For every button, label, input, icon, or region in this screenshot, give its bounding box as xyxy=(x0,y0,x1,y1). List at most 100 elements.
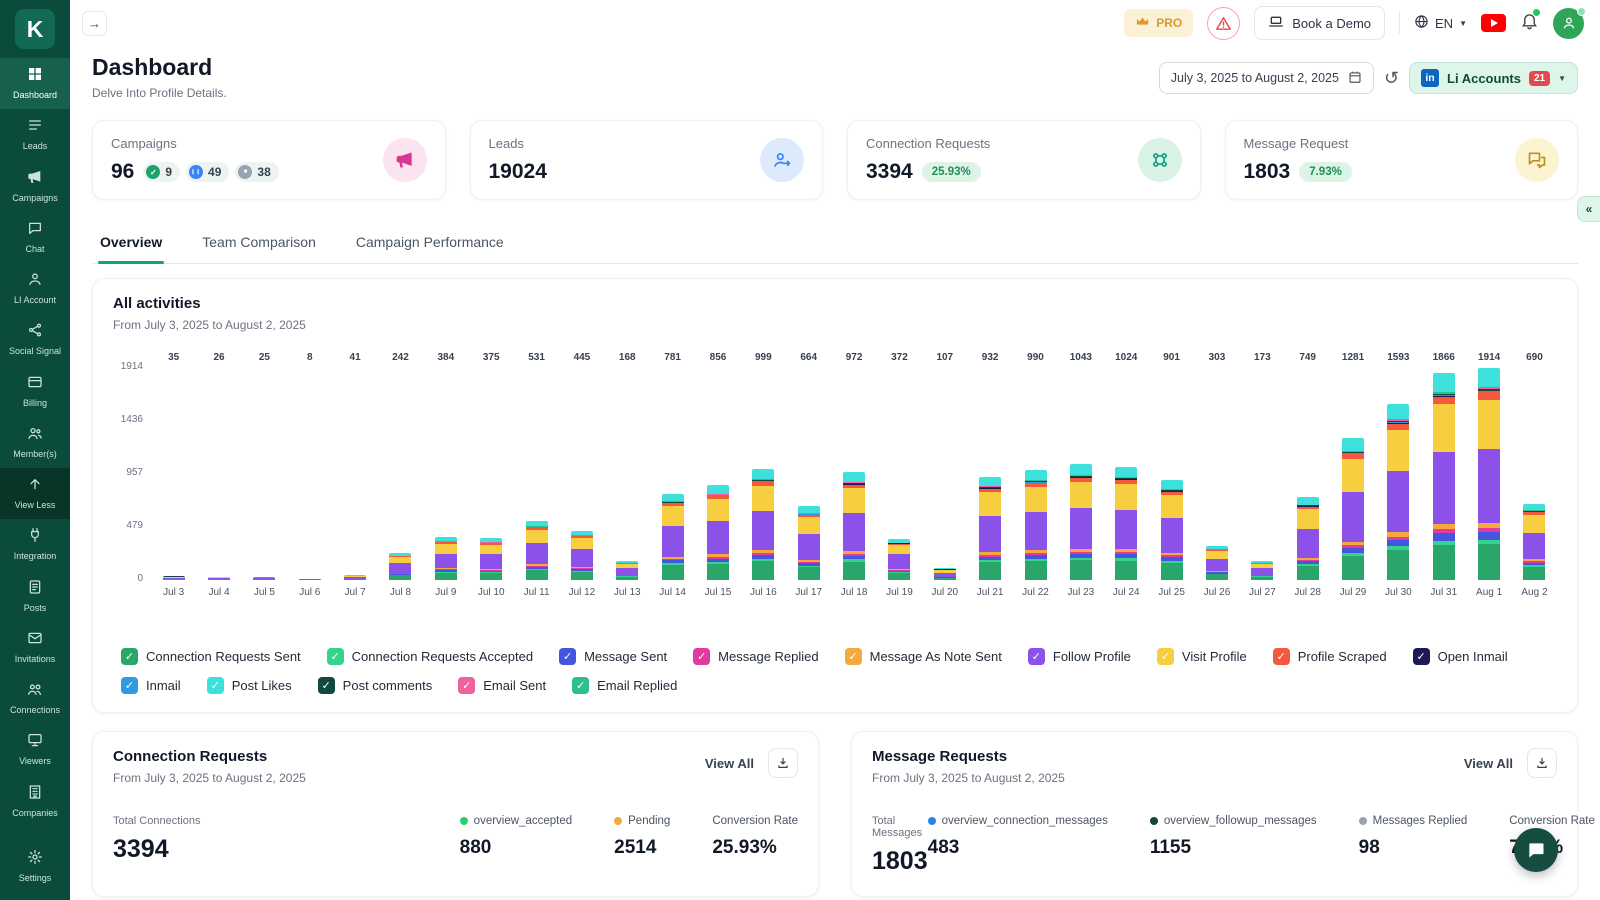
sidebar-item-chat[interactable]: Chat xyxy=(0,212,70,263)
chart-bar-column[interactable]: 990Jul 22 xyxy=(1013,352,1058,598)
legend-checkbox-icon[interactable]: ✓ xyxy=(693,648,710,665)
chart-bar-column[interactable]: 856Jul 15 xyxy=(695,352,740,598)
collapse-panel-tab[interactable]: « xyxy=(1577,196,1600,222)
chart-bar-column[interactable]: 749Jul 28 xyxy=(1285,352,1330,598)
book-demo-button[interactable]: Book a Demo xyxy=(1254,6,1385,40)
chart-bar-column[interactable]: 173Jul 27 xyxy=(1240,352,1285,598)
legend-checkbox-icon[interactable]: ✓ xyxy=(1273,648,1290,665)
sidebar-item-dashboard[interactable]: Dashboard xyxy=(0,58,70,109)
chart-bar-column[interactable]: 1043Jul 23 xyxy=(1058,352,1103,598)
chart-bar-column[interactable]: 35Jul 3 xyxy=(151,352,196,598)
chart-bar-column[interactable]: 41Jul 7 xyxy=(332,352,377,598)
chart-bar-column[interactable]: 781Jul 14 xyxy=(650,352,695,598)
stat-card-leads[interactable]: Leads 19024 xyxy=(470,120,824,200)
legend-checkbox-icon[interactable]: ✓ xyxy=(121,677,138,694)
legend-checkbox-icon[interactable]: ✓ xyxy=(1028,648,1045,665)
sidebar-item-settings[interactable]: Settings xyxy=(0,841,70,892)
legend-checkbox-icon[interactable]: ✓ xyxy=(207,677,224,694)
pro-badge[interactable]: PRO xyxy=(1124,9,1193,37)
tab-team-comparison[interactable]: Team Comparison xyxy=(200,224,318,263)
warning-icon[interactable] xyxy=(1207,7,1240,40)
legend-item[interactable]: ✓Connection Requests Sent xyxy=(121,648,301,665)
tab-overview[interactable]: Overview xyxy=(98,224,164,263)
chart-bar-column[interactable]: 1866Jul 31 xyxy=(1421,352,1466,598)
stat-card-message-request[interactable]: Message Request 1803 7.93% xyxy=(1225,120,1579,200)
legend-item[interactable]: ✓Message As Note Sent xyxy=(845,648,1002,665)
legend-checkbox-icon[interactable]: ✓ xyxy=(1157,648,1174,665)
app-logo[interactable]: K xyxy=(0,0,70,58)
sidebar-item-invitations[interactable]: Invitations xyxy=(0,622,70,673)
sidebar-item-campaigns[interactable]: Campaigns xyxy=(0,161,70,212)
chart-bar-column[interactable]: 26Jul 4 xyxy=(196,352,241,598)
legend-item[interactable]: ✓Message Replied xyxy=(693,648,818,665)
legend-item[interactable]: ✓Inmail xyxy=(121,677,181,694)
chart-bar-column[interactable]: 999Jul 16 xyxy=(741,352,786,598)
sidebar-item-social-signal[interactable]: Social Signal xyxy=(0,314,70,365)
stat-card-connection-requests[interactable]: Connection Requests 3394 25.93% xyxy=(847,120,1201,200)
legend-checkbox-icon[interactable]: ✓ xyxy=(458,677,475,694)
legend-item[interactable]: ✓Post comments xyxy=(318,677,433,694)
legend-checkbox-icon[interactable]: ✓ xyxy=(318,677,335,694)
chart-bar-column[interactable]: 25Jul 5 xyxy=(242,352,287,598)
chart-bar-column[interactable]: 242Jul 8 xyxy=(378,352,423,598)
chart-bar-column[interactable]: 375Jul 10 xyxy=(469,352,514,598)
language-selector[interactable]: EN ▼ xyxy=(1414,14,1467,32)
sidebar-expand-button[interactable]: → xyxy=(82,11,107,36)
chart-bar-column[interactable]: 1914Aug 1 xyxy=(1466,352,1511,598)
sidebar-item-billing[interactable]: Billing xyxy=(0,366,70,417)
legend-checkbox-icon[interactable]: ✓ xyxy=(1413,648,1430,665)
legend-item[interactable]: ✓Open Inmail xyxy=(1413,648,1508,665)
date-range-picker[interactable]: July 3, 2025 to August 2, 2025 xyxy=(1159,62,1374,94)
chart-bar-column[interactable]: 1281Jul 29 xyxy=(1330,352,1375,598)
chart-bar-column[interactable]: 303Jul 26 xyxy=(1194,352,1239,598)
chart-bar-column[interactable]: 972Jul 18 xyxy=(831,352,876,598)
stat-card-campaigns[interactable]: Campaigns 96 ✓9❙❙49■38 xyxy=(92,120,446,200)
chart-bar-column[interactable]: 901Jul 25 xyxy=(1149,352,1194,598)
reset-date-button[interactable]: ↺ xyxy=(1384,69,1399,87)
chart-bar-column[interactable]: 1024Jul 24 xyxy=(1104,352,1149,598)
user-avatar[interactable] xyxy=(1553,8,1584,39)
legend-checkbox-icon[interactable]: ✓ xyxy=(327,648,344,665)
legend-item[interactable]: ✓Connection Requests Accepted xyxy=(327,648,533,665)
legend-checkbox-icon[interactable]: ✓ xyxy=(559,648,576,665)
legend-item[interactable]: ✓Message Sent xyxy=(559,648,667,665)
chart-bar-column[interactable]: 107Jul 20 xyxy=(922,352,967,598)
legend-checkbox-icon[interactable]: ✓ xyxy=(572,677,589,694)
legend-item[interactable]: ✓Email Sent xyxy=(458,677,546,694)
chart-bar-column[interactable]: 932Jul 21 xyxy=(967,352,1012,598)
view-all-link[interactable]: View All xyxy=(1464,756,1513,771)
tab-campaign-performance[interactable]: Campaign Performance xyxy=(354,224,506,263)
chat-widget-button[interactable] xyxy=(1514,828,1558,872)
chart-bar-column[interactable]: 8Jul 6 xyxy=(287,352,332,598)
legend-item[interactable]: ✓Profile Scraped xyxy=(1273,648,1387,665)
chart-bar-column[interactable]: 445Jul 12 xyxy=(559,352,604,598)
chart-bar-column[interactable]: 690Aug 2 xyxy=(1512,352,1557,598)
legend-item[interactable]: ✓Visit Profile xyxy=(1157,648,1247,665)
sidebar-item-leads[interactable]: Leads xyxy=(0,109,70,160)
legend-checkbox-icon[interactable]: ✓ xyxy=(121,648,138,665)
chart-bar-column[interactable]: 664Jul 17 xyxy=(786,352,831,598)
legend-item[interactable]: ✓Follow Profile xyxy=(1028,648,1131,665)
download-button[interactable] xyxy=(1527,748,1557,778)
legend-item[interactable]: ✓Post Likes xyxy=(207,677,292,694)
chart-bar-column[interactable]: 1593Jul 30 xyxy=(1376,352,1421,598)
sidebar-item-view-less[interactable]: View Less xyxy=(0,468,70,519)
notifications-button[interactable] xyxy=(1520,11,1539,35)
sidebar-item-posts[interactable]: Posts xyxy=(0,571,70,622)
legend-item[interactable]: ✓Email Replied xyxy=(572,677,677,694)
chart-bar-column[interactable]: 384Jul 9 xyxy=(423,352,468,598)
chart-bar-column[interactable]: 168Jul 13 xyxy=(605,352,650,598)
sidebar-item-connections[interactable]: Connections xyxy=(0,673,70,724)
sidebar-item-companies[interactable]: Companies xyxy=(0,776,70,827)
sidebar-item-member-s[interactable]: Member(s) xyxy=(0,417,70,468)
download-button[interactable] xyxy=(768,748,798,778)
sidebar-item-li-account[interactable]: LI Account xyxy=(0,263,70,314)
view-all-link[interactable]: View All xyxy=(705,756,754,771)
chart-bar-column[interactable]: 372Jul 19 xyxy=(877,352,922,598)
li-accounts-dropdown[interactable]: in Li Accounts 21 ▼ xyxy=(1409,62,1578,94)
youtube-icon[interactable] xyxy=(1481,14,1506,32)
legend-checkbox-icon[interactable]: ✓ xyxy=(845,648,862,665)
chart-bar-column[interactable]: 531Jul 11 xyxy=(514,352,559,598)
sidebar-item-viewers[interactable]: Viewers xyxy=(0,724,70,775)
sidebar-item-integration[interactable]: Integration xyxy=(0,519,70,570)
